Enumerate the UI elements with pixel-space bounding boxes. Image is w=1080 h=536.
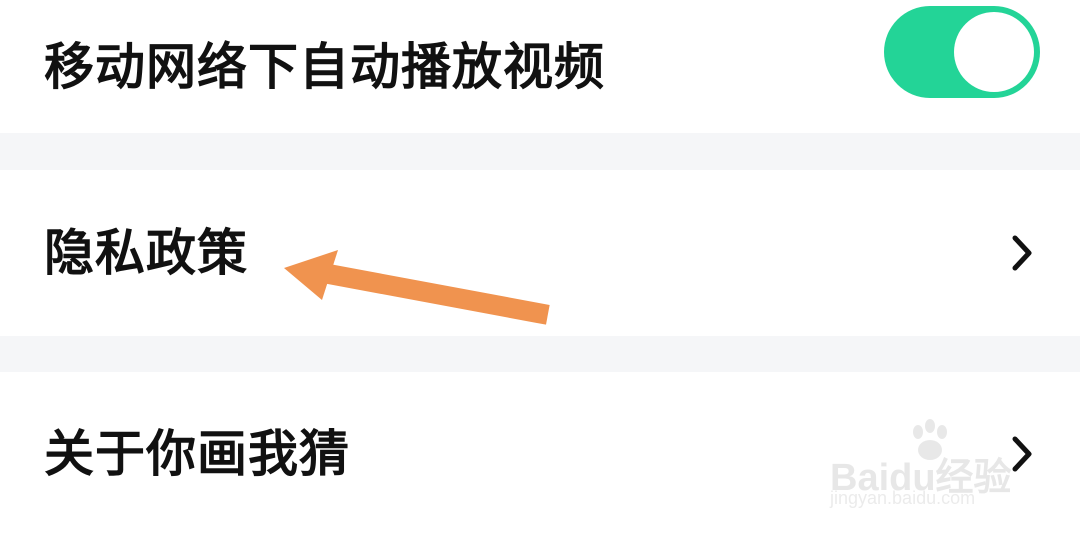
setting-row-privacy-policy[interactable]: 隐私政策	[0, 170, 1080, 336]
settings-screen: 移动网络下自动播放视频 隐私政策 关于你画我猜 Baidu经验 jingyan.…	[0, 0, 1080, 536]
chevron-right-icon	[1012, 235, 1032, 271]
section-divider	[0, 336, 1080, 372]
section-divider	[0, 133, 1080, 170]
chevron-right-icon	[1012, 436, 1032, 472]
setting-row-autoplay-mobile-network[interactable]: 移动网络下自动播放视频	[0, 0, 1080, 133]
toggle-knob	[954, 12, 1034, 92]
setting-label-about: 关于你画我猜	[44, 425, 350, 483]
autoplay-toggle-switch[interactable]	[884, 6, 1040, 98]
setting-row-about-app[interactable]: 关于你画我猜	[0, 372, 1080, 536]
setting-label-autoplay: 移动网络下自动播放视频	[44, 37, 605, 96]
setting-label-privacy-policy: 隐私政策	[44, 224, 248, 282]
